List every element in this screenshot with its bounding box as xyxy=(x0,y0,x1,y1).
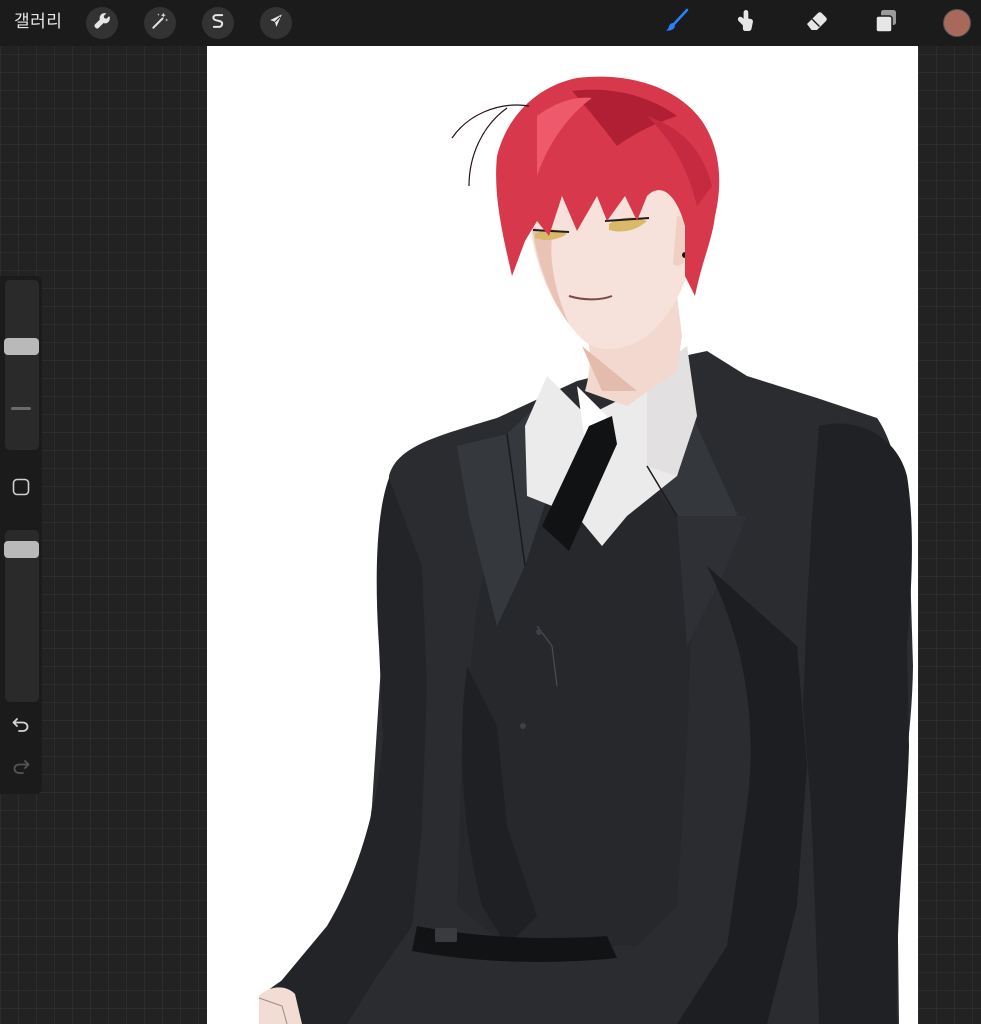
smudge-finger-icon xyxy=(731,7,759,39)
magic-wand-icon xyxy=(150,11,170,35)
undo-icon xyxy=(11,714,31,738)
selection-button[interactable] xyxy=(202,7,234,39)
wrench-icon xyxy=(92,11,112,35)
actions-button[interactable] xyxy=(86,7,118,39)
brush-size-slider[interactable] xyxy=(5,280,39,450)
procreate-app: 갤러리 xyxy=(0,0,981,1024)
square-modify-icon xyxy=(12,478,30,500)
transform-button[interactable] xyxy=(260,7,292,39)
layers-button[interactable] xyxy=(869,6,903,40)
layers-icon xyxy=(872,7,900,39)
gallery-button[interactable]: 갤러리 xyxy=(14,8,62,36)
brush-size-tick xyxy=(11,407,31,410)
selection-s-icon xyxy=(208,11,228,35)
modify-button[interactable] xyxy=(11,478,31,500)
eraser-tool-button[interactable] xyxy=(800,6,834,40)
brush-opacity-thumb[interactable] xyxy=(4,540,39,558)
color-picker-button[interactable] xyxy=(943,9,971,37)
eraser-icon xyxy=(803,7,831,39)
redo-icon xyxy=(11,756,31,780)
top-toolbar: 갤러리 xyxy=(0,0,981,46)
left-sidebar xyxy=(0,276,42,794)
undo-button[interactable] xyxy=(8,713,34,739)
right-sleeve xyxy=(803,423,912,1024)
arrow-cursor-icon xyxy=(266,11,286,35)
redo-button[interactable] xyxy=(8,755,34,781)
brush-tool-button[interactable] xyxy=(660,6,694,40)
smudge-tool-button[interactable] xyxy=(728,6,762,40)
brush-icon xyxy=(663,7,691,39)
drawing-canvas[interactable] xyxy=(207,46,918,1024)
illustration-artwork xyxy=(258,76,913,1024)
adjustments-button[interactable] xyxy=(144,7,176,39)
brush-size-thumb[interactable] xyxy=(4,338,39,356)
belt-buckle xyxy=(435,928,457,942)
